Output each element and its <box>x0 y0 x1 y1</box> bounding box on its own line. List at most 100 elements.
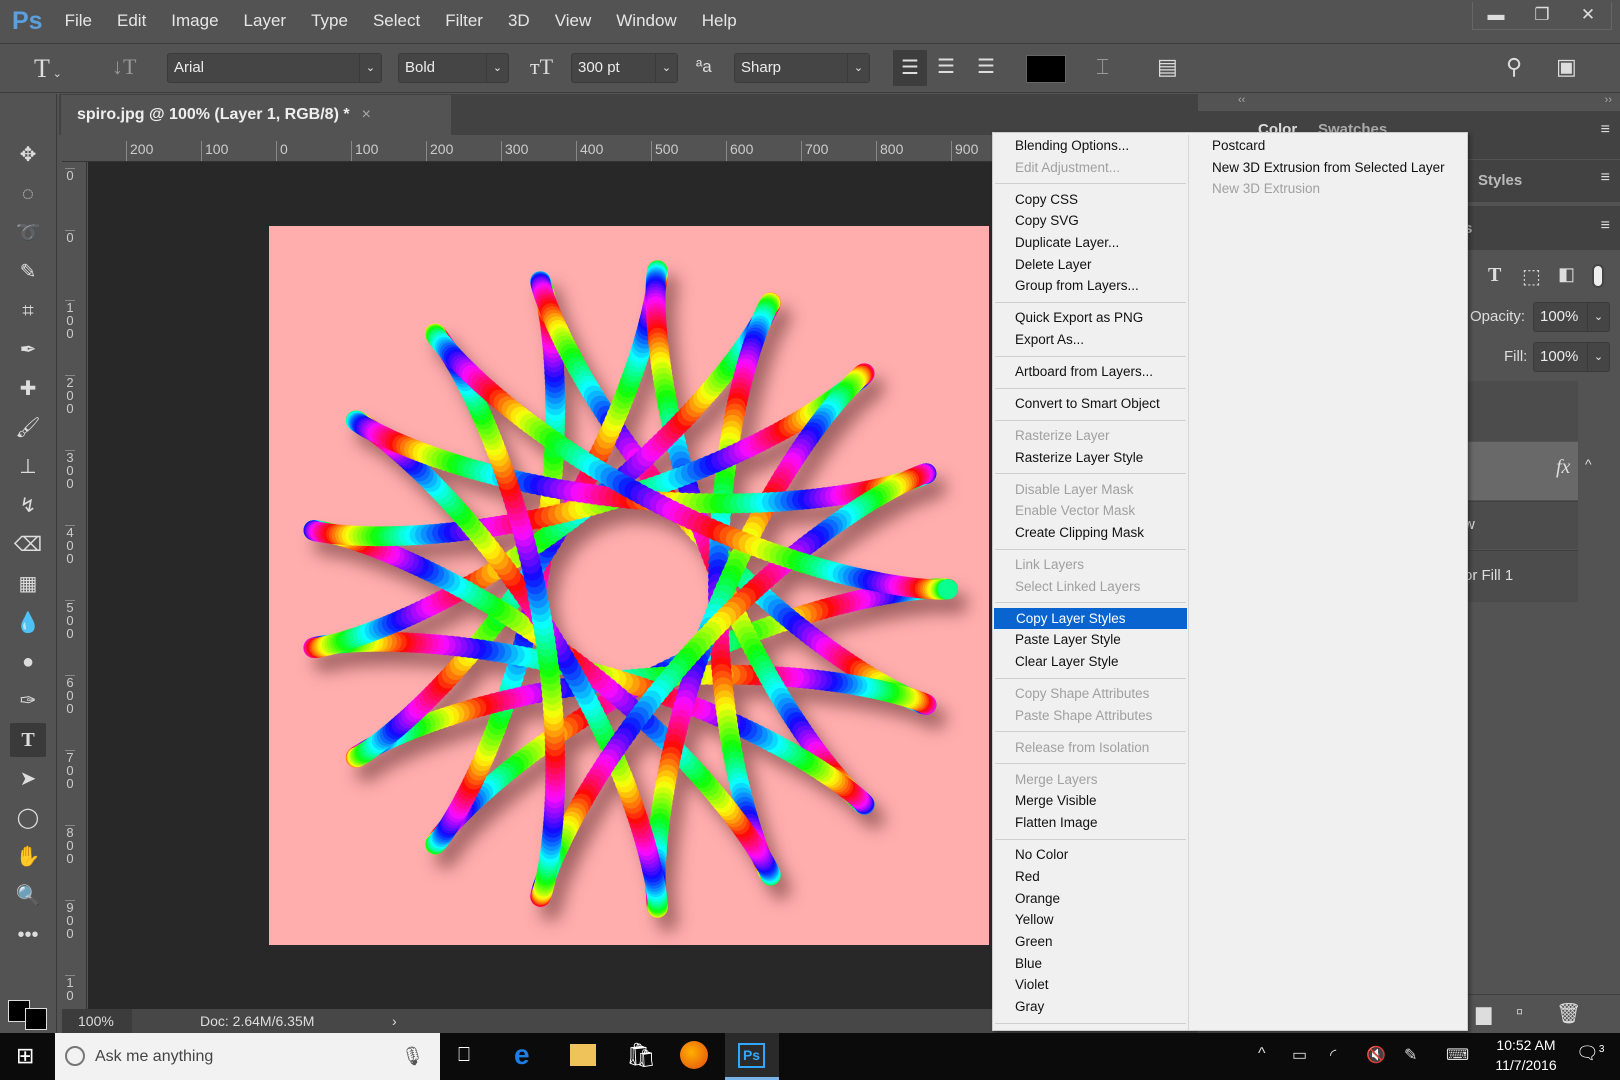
menu-item-create-clipping-mask[interactable]: Create Clipping Mask <box>993 522 1188 544</box>
edge-icon[interactable]: e <box>514 1039 530 1071</box>
tab-styles[interactable]: Styles <box>1478 172 1522 189</box>
pen-tool-icon[interactable]: ✑ <box>10 684 46 718</box>
store-icon[interactable]: 🛍 <box>626 1041 656 1070</box>
font-size-select[interactable]: 300 pt ⌄ <box>571 53 678 83</box>
menu-3d[interactable]: 3D <box>508 11 530 31</box>
volume-muted-icon[interactable]: 🔇 <box>1366 1045 1386 1065</box>
menu-item-clear-layer-style[interactable]: Clear Layer Style <box>993 651 1188 673</box>
menu-item-orange[interactable]: Orange <box>993 888 1188 910</box>
doc-info[interactable]: Doc: 2.64M/6.35M <box>200 1009 314 1033</box>
font-style-select[interactable]: Bold ⌄ <box>398 53 509 83</box>
task-view-icon[interactable]: ⎕ <box>458 1044 470 1067</box>
menu-item-red[interactable]: Red <box>993 866 1188 888</box>
menu-window[interactable]: Window <box>616 11 676 31</box>
crop-tool-icon[interactable]: ⌗ <box>10 294 46 328</box>
menu-item-quick-export-as-png[interactable]: Quick Export as PNG <box>993 307 1188 329</box>
menu-layer[interactable]: Layer <box>244 11 287 31</box>
more-tool-icon[interactable]: ••• <box>10 918 46 952</box>
menu-view[interactable]: View <box>555 11 592 31</box>
menu-item-copy-layer-styles[interactable]: Copy Layer Styles <box>994 607 1187 630</box>
cortana-search-box[interactable]: Ask me anything 🎙 <box>55 1033 440 1080</box>
menu-type[interactable]: Type <box>311 11 348 31</box>
menu-item-artboard-from-layers[interactable]: Artboard from Layers... <box>993 361 1188 383</box>
antialias-select[interactable]: Sharp ⌄ <box>734 53 870 83</box>
menu-item-convert-to-smart-object[interactable]: Convert to Smart Object <box>993 393 1188 415</box>
panel-menu-icon[interactable]: ≡ <box>1601 217 1610 235</box>
background-color[interactable] <box>25 1008 47 1030</box>
status-menu-arrow[interactable]: › <box>392 1009 397 1033</box>
panel-menu-icon[interactable]: ≡ <box>1601 169 1610 187</box>
microphone-icon[interactable]: 🎙 <box>401 1033 424 1080</box>
path-select-tool-icon[interactable]: ➤ <box>10 762 46 796</box>
menu-item-copy-svg[interactable]: Copy SVG <box>993 210 1188 232</box>
firefox-icon[interactable] <box>680 1041 708 1069</box>
pen-icon[interactable]: ✎ <box>1404 1045 1417 1065</box>
fill-input[interactable]: 100% ⌄ <box>1533 342 1610 372</box>
menu-item-no-color[interactable]: No Color <box>993 844 1188 866</box>
history-brush-tool-icon[interactable]: ↯ <box>10 489 46 523</box>
menu-item-new-3d-extrusion-from-selected-layer[interactable]: New 3D Extrusion from Selected Layer <box>1190 157 1467 179</box>
trash-icon[interactable]: 🗑 <box>1556 1001 1581 1026</box>
document-tab[interactable]: spiro.jpg @ 100% (Layer 1, RGB/8) * × <box>61 95 451 135</box>
filter-smart-object-icon[interactable]: ◧ <box>1558 264 1575 285</box>
quick-select-tool-icon[interactable]: ✎ <box>10 255 46 289</box>
canvas[interactable] <box>269 226 989 945</box>
menu-item-violet[interactable]: Violet <box>993 974 1188 996</box>
clock-time[interactable]: 10:52 AM <box>1490 1037 1562 1053</box>
photoshop-taskbar-button[interactable]: Ps <box>725 1033 779 1080</box>
wifi-icon[interactable]: ◜ <box>1330 1045 1336 1065</box>
menu-filter[interactable]: Filter <box>445 11 483 31</box>
menu-item-duplicate-layer[interactable]: Duplicate Layer... <box>993 232 1188 254</box>
show-hidden-icons[interactable]: ^ <box>1258 1045 1266 1063</box>
font-family-select[interactable]: Arial ⌄ <box>167 53 382 83</box>
stamp-tool-icon[interactable]: ⊥ <box>10 450 46 484</box>
filter-shape-icon[interactable]: ⬚ <box>1522 264 1541 289</box>
panel-menu-icon[interactable]: ≡ <box>1601 121 1610 139</box>
eyedropper-tool-icon[interactable]: ✒ <box>10 333 46 367</box>
lasso-tool-icon[interactable]: ➰ <box>10 216 46 250</box>
dodge-tool-icon[interactable]: ● <box>10 645 46 679</box>
menu-item-group-from-layers[interactable]: Group from Layers... <box>993 275 1188 297</box>
move-tool-icon[interactable]: ✥ <box>10 138 46 172</box>
menu-item-copy-css[interactable]: Copy CSS <box>993 189 1188 211</box>
type-tool-icon[interactable]: T <box>10 723 46 757</box>
opacity-input[interactable]: 100% ⌄ <box>1533 302 1610 332</box>
restore-button[interactable]: ❐ <box>1519 2 1565 29</box>
warp-text-icon[interactable]: ⌶ <box>1096 54 1109 80</box>
close-tab-icon[interactable]: × <box>362 106 371 123</box>
collapse-effects-icon[interactable]: ^ <box>1585 456 1592 472</box>
new-layer-icon[interactable]: ▫ <box>1516 1001 1523 1024</box>
menu-item-gray[interactable]: Gray <box>993 996 1188 1018</box>
character-panel-icon[interactable]: ▤ <box>1157 54 1178 80</box>
align-right-button[interactable]: ☰ <box>977 54 995 79</box>
blur-tool-icon[interactable]: 💧 <box>10 606 46 640</box>
filter-toggle[interactable] <box>1592 264 1604 288</box>
file-explorer-icon[interactable] <box>570 1044 596 1066</box>
toggle-orientation-icon[interactable]: ↓T <box>112 54 136 80</box>
align-left-button[interactable]: ☰ <box>893 50 927 86</box>
menu-item-blending-options[interactable]: Blending Options... <box>993 135 1188 157</box>
zoom-tool-icon[interactable]: 🔍 <box>10 879 46 913</box>
menu-image[interactable]: Image <box>171 11 218 31</box>
fx-icon[interactable]: fx <box>1556 456 1570 479</box>
menu-item-merge-visible[interactable]: Merge Visible <box>993 790 1188 812</box>
menu-item-yellow[interactable]: Yellow <box>993 909 1188 931</box>
menu-file[interactable]: File <box>65 11 92 31</box>
clock-date[interactable]: 11/7/2016 <box>1490 1057 1562 1073</box>
menu-edit[interactable]: Edit <box>117 11 146 31</box>
menu-help[interactable]: Help <box>702 11 737 31</box>
action-center-icon[interactable]: 🗨3 <box>1576 1043 1604 1064</box>
healing-tool-icon[interactable]: ✚ <box>10 372 46 406</box>
text-color-swatch[interactable] <box>1026 55 1066 83</box>
menu-item-export-as[interactable]: Export As... <box>993 329 1188 351</box>
menu-item-postcard[interactable]: Postcard <box>1190 135 1467 157</box>
panel-collapse-bar[interactable]: ‹‹ ›› <box>1198 94 1620 106</box>
new-group-icon[interactable]: ▆ <box>1476 1001 1491 1026</box>
gradient-tool-icon[interactable]: ▦ <box>10 567 46 601</box>
type-tool-preset-icon[interactable]: T ⌄ <box>34 54 62 84</box>
brush-tool-icon[interactable]: 🖌 <box>10 411 46 445</box>
hand-tool-icon[interactable]: ✋ <box>10 840 46 874</box>
windows-start-icon[interactable]: ⊞ <box>16 1043 34 1069</box>
ellipse-tool-icon[interactable]: ◯ <box>10 801 46 835</box>
eraser-tool-icon[interactable]: ⌫ <box>10 528 46 562</box>
